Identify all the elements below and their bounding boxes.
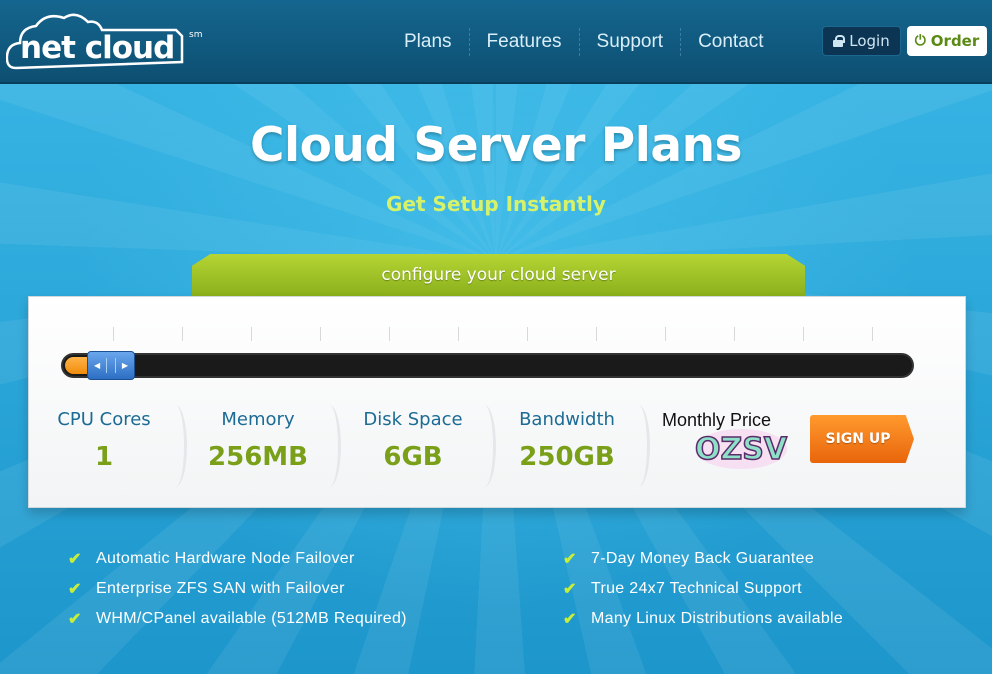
spec-label: Bandwidth [519, 409, 615, 430]
spec-value: 1 [94, 442, 114, 472]
check-icon: ✔ [563, 611, 577, 628]
arrow-right-icon: ▶ [121, 361, 128, 370]
price-badge-text: OZSV [695, 432, 788, 467]
spec-label: Disk Space [363, 409, 463, 430]
feature-text: Enterprise ZFS SAN with Failover [96, 580, 345, 597]
spec-cpu: CPU Cores 1 [29, 397, 187, 492]
configurator-panel: ◀ ▶ CPU Cores 1 Memory 256MB Disk Space … [28, 296, 966, 508]
slider-ticks [113, 327, 903, 341]
list-item: ✔ Automatic Hardware Node Failover [66, 544, 407, 574]
spec-memory: Memory 256MB [183, 397, 341, 492]
slider-tick [665, 327, 666, 341]
order-button[interactable]: ⏻ Order [907, 26, 987, 56]
slider-tick [458, 327, 459, 341]
feature-text: 7-Day Money Back Guarantee [591, 550, 815, 567]
power-icon: ⏻ [914, 33, 926, 49]
feature-text: WHM/CPanel available (512MB Required) [96, 610, 407, 627]
list-item: ✔ True 24x7 Technical Support [561, 574, 843, 604]
feature-text: True 24x7 Technical Support [591, 580, 802, 597]
check-icon: ✔ [563, 581, 577, 598]
configure-tab-label: configure your cloud server [192, 254, 805, 296]
page-subtitle: Get Setup Instantly [386, 192, 606, 216]
nav-features[interactable]: Features [470, 28, 580, 56]
order-label: Order [930, 32, 980, 50]
spec-value: 6GB [383, 442, 443, 472]
features-right: ✔ 7-Day Money Back Guarantee ✔ True 24x7 T… [561, 544, 843, 634]
nav-plans[interactable]: Plans [387, 28, 470, 56]
check-icon: ✔ [68, 551, 82, 568]
spec-value: 256MB [208, 442, 308, 472]
plan-slider[interactable]: ◀ ▶ [61, 351, 914, 380]
list-item: ✔ 7-Day Money Back Guarantee [561, 544, 843, 574]
price-graffiti-image: OZSV [694, 429, 789, 469]
check-icon: ✔ [68, 581, 82, 598]
feature-text: Many Linux Distributions available [591, 610, 844, 627]
signup-button[interactable]: SIGN UP [810, 415, 914, 463]
slider-tick [389, 327, 390, 341]
slider-tick [596, 327, 597, 341]
login-button[interactable]: Login [822, 26, 901, 56]
logo-text: net cloud [20, 30, 175, 66]
main-nav: Plans Features Support Contact [387, 28, 781, 56]
spec-bandwidth: Bandwidth 250GB [492, 397, 650, 492]
slider-tick [734, 327, 735, 341]
slider-handle[interactable]: ◀ ▶ [87, 351, 135, 380]
feature-text: Automatic Hardware Node Failover [96, 550, 355, 567]
page-title: Cloud Server Plans [249, 118, 743, 173]
logo-sm: sm [189, 30, 203, 40]
slider-tick [803, 327, 804, 341]
slider-tick [182, 327, 183, 341]
configure-tab: configure your cloud server [192, 254, 805, 296]
grip-icon [106, 358, 116, 373]
check-icon: ✔ [563, 551, 577, 568]
check-icon: ✔ [68, 611, 82, 628]
spec-label: CPU Cores [57, 409, 151, 430]
nav-support[interactable]: Support [580, 28, 682, 56]
site-header: net cloud sm Plans Features Support Cont… [0, 0, 992, 84]
slider-tick [320, 327, 321, 341]
spec-disk: Disk Space 6GB [338, 397, 496, 492]
spec-label: Memory [221, 409, 295, 430]
lock-icon [833, 35, 846, 47]
slider-tick [872, 327, 873, 341]
slider-tick [251, 327, 252, 341]
list-item: ✔ Enterprise ZFS SAN with Failover [66, 574, 407, 604]
list-item: ✔ WHM/CPanel available (512MB Required) [66, 604, 407, 634]
slider-tick [113, 327, 114, 341]
slider-tick [527, 327, 528, 341]
features-left: ✔ Automatic Hardware Node Failover ✔ Enter… [66, 544, 407, 634]
list-item: ✔ Many Linux Distributions available [561, 604, 843, 634]
nav-contact[interactable]: Contact [681, 28, 780, 56]
spec-value: 250GB [519, 442, 615, 472]
netcloud-logo[interactable]: net cloud sm [6, 12, 206, 72]
login-label: Login [849, 32, 890, 50]
arrow-left-icon: ◀ [94, 361, 101, 370]
